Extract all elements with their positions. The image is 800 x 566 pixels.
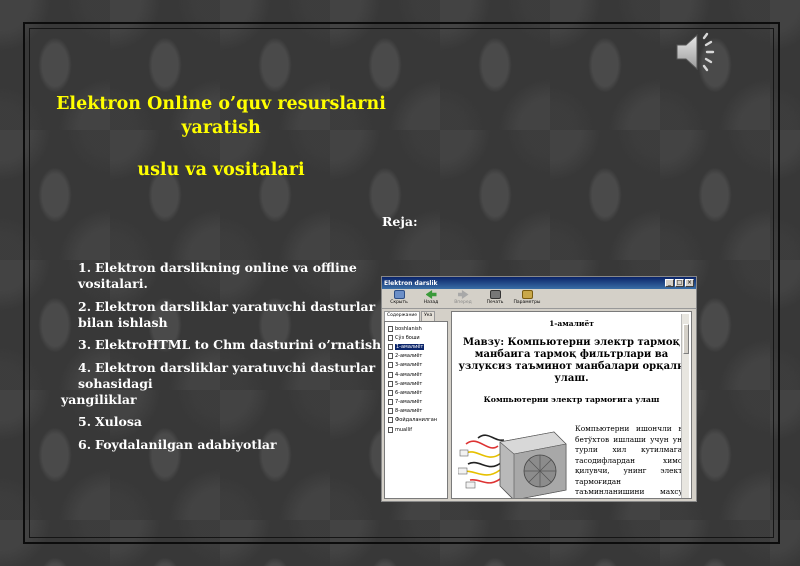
print-button[interactable]: Печать — [482, 290, 508, 307]
slide-subtitle: uslu va vositalari — [137, 160, 305, 180]
content-paragraph: Компьютерни ишончли ва бетўхтов ишлаши у… — [575, 424, 687, 498]
tree-item[interactable]: 7-амалиёт — [388, 398, 444, 407]
hide-icon — [393, 290, 405, 299]
tree-item[interactable]: 2-амалиёт — [388, 352, 444, 361]
tree-item-selected[interactable]: 1-амалиёт — [388, 342, 444, 351]
scrollbar-thumb[interactable] — [683, 324, 689, 354]
nav-pane: Содержание Ука boshlanish Сўз боши 1-ама… — [384, 311, 448, 499]
tab-index[interactable]: Ука — [421, 311, 436, 321]
plan-item: 1. Elektron darslikning online va offline… — [78, 260, 357, 291]
power-supply-image — [458, 431, 567, 498]
tree-item[interactable]: 4-амалиёт — [388, 370, 444, 379]
app-toolbar: Скрыть Назад Вперед Печать Параметры — [382, 289, 696, 309]
content-pane: 1-амалиёт Мавзу: Компьютерни электр тарм… — [451, 311, 692, 499]
page-icon — [388, 325, 393, 332]
tree-item[interactable]: muallif — [388, 425, 444, 434]
content-heading: 1-амалиёт — [549, 319, 594, 328]
tree-item[interactable]: 6-амалиёт — [388, 388, 444, 397]
content-scrollbar[interactable] — [681, 314, 689, 498]
print-icon — [489, 290, 501, 299]
tree-item[interactable]: 3-амалиёт — [388, 361, 444, 370]
forward-button[interactable]: Вперед — [450, 290, 476, 307]
tree-item[interactable]: Фойдаланилган — [388, 416, 444, 425]
speaker-icon[interactable] — [673, 30, 721, 74]
contents-tree: boshlanish Сўз боши 1-амалиёт 2-амалиёт … — [384, 321, 448, 499]
page-icon — [388, 408, 393, 415]
page-icon — [388, 399, 393, 406]
page-icon — [388, 343, 393, 350]
page-icon — [388, 334, 393, 341]
options-icon — [521, 290, 533, 299]
tree-item[interactable]: 5-амалиёт — [388, 379, 444, 388]
back-button[interactable]: Назад — [418, 290, 444, 307]
back-icon — [425, 290, 437, 299]
tab-contents[interactable]: Содержание — [384, 311, 421, 321]
page-icon — [388, 389, 393, 396]
page-icon — [388, 362, 393, 369]
plan-item: 5. Xulosa — [78, 414, 143, 429]
plan-item: 4. Elektron darsliklar yaratuvchi dasturl… — [61, 359, 376, 407]
page-icon — [388, 371, 393, 378]
content-topic: Мавзу: Компьютерни электр тармоқ манбаиг… — [458, 337, 685, 384]
maximize-button[interactable]: □ — [675, 279, 684, 287]
plan-list: 1. Elektron darslikning online va offline… — [61, 260, 408, 459]
slide-title: Elektron Online o’quv resurslarni yarati… — [56, 94, 386, 138]
embedded-app-window: Elektron darslik _ □ × Скрыть Назад Впер… — [381, 276, 697, 502]
page-icon — [388, 353, 393, 360]
forward-icon — [457, 290, 469, 299]
app-titlebar: Elektron darslik _ □ × — [382, 277, 696, 289]
hide-button[interactable]: Скрыть — [386, 290, 412, 307]
tree-item[interactable]: 8-амалиёт — [388, 407, 444, 416]
plan-item: 3. ElektroHTML to Chm dasturini o’rnatish… — [78, 337, 386, 352]
app-title: Elektron darslik — [384, 279, 438, 287]
close-button[interactable]: × — [685, 279, 694, 287]
content-subheading: Компьютерни электр тармоғига улаш — [483, 395, 660, 404]
page-icon — [388, 380, 393, 387]
tree-item[interactable]: Сўз боши — [388, 333, 444, 342]
minimize-button[interactable]: _ — [665, 279, 674, 287]
tree-item[interactable]: boshlanish — [388, 324, 444, 333]
plan-item: 6. Foydalanilgan adabiyotlar — [78, 436, 277, 452]
plan-heading: Reja: — [382, 214, 418, 229]
page-icon — [388, 417, 393, 424]
plan-item: 2. Elektron darsliklar yaratuvchi dasturl… — [78, 298, 376, 330]
options-button[interactable]: Параметры — [514, 290, 540, 307]
page-icon — [388, 426, 393, 433]
